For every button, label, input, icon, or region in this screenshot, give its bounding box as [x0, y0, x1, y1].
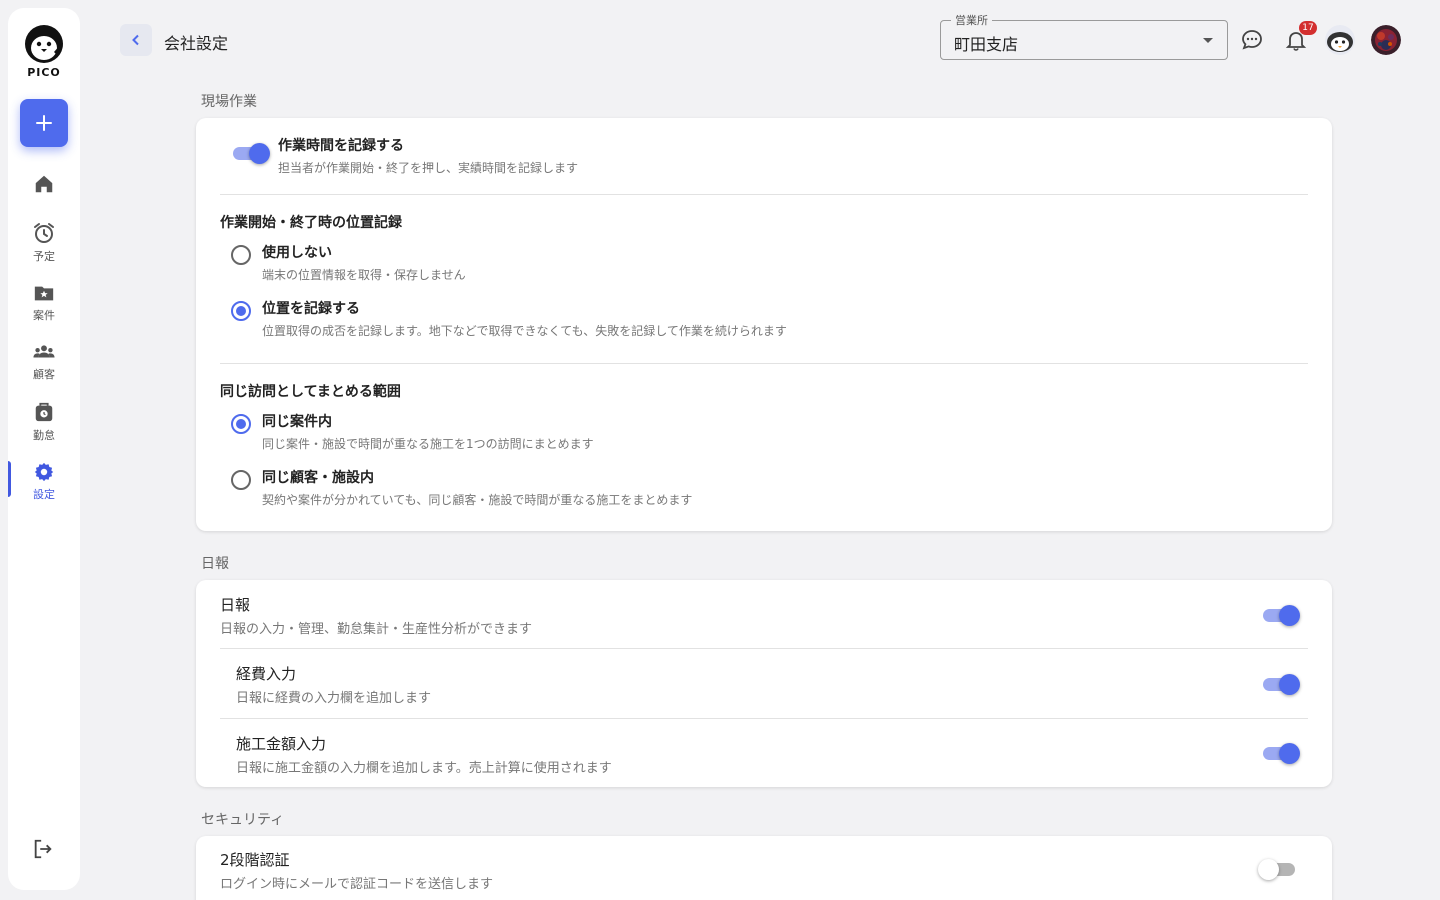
- toggle-thumb: [1258, 859, 1279, 880]
- chat-bubble-icon: [1242, 30, 1262, 50]
- sidebar-item-schedule[interactable]: 予定: [8, 221, 80, 264]
- sidebar-item-customers[interactable]: 顧客: [8, 341, 80, 382]
- expense-input-title: 経費入力: [236, 665, 297, 683]
- daily-report-card: 日報 日報の入力・管理、勤怠集計・生産性分析ができます 経費入力 日報に経費の入…: [196, 580, 1332, 787]
- chat-button[interactable]: [1240, 28, 1264, 56]
- notification-count-badge: 17: [1299, 21, 1317, 35]
- home-icon: [35, 175, 53, 193]
- group-icon: [33, 345, 55, 358]
- toggle-thumb: [1279, 605, 1300, 626]
- location-option-title: 使用しない: [262, 245, 332, 261]
- sidebar-item-label: 勤怠: [33, 429, 55, 442]
- penguin-logo-icon: [25, 25, 63, 63]
- sidebar-item-label: 顧客: [33, 368, 55, 381]
- daily-report-toggle[interactable]: [1260, 603, 1300, 627]
- construction-amount-desc: 日報に施工金額の入力欄を追加します。売上計算に使用されます: [236, 761, 612, 776]
- divider: [220, 718, 1308, 719]
- radio-visit-same-project[interactable]: [231, 414, 251, 434]
- expense-input-desc: 日報に経費の入力欄を追加します: [236, 691, 432, 706]
- sidebar-item-label: 予定: [33, 250, 55, 263]
- app-root: PICO 予定 案件 顧客 勤怠 設定 会社設定 営業所 町田支店 17 現場作…: [0, 0, 1440, 900]
- record-time-toggle[interactable]: [230, 141, 270, 165]
- two-factor-toggle[interactable]: [1258, 857, 1298, 881]
- radio-location-none[interactable]: [231, 245, 251, 265]
- daily-report-title: 日報: [220, 596, 251, 614]
- sidebar-item-label: 設定: [33, 488, 55, 501]
- section-label-field-work: 現場作業: [201, 94, 257, 110]
- construction-amount-title: 施工金額入力: [236, 735, 327, 753]
- visit-option-desc: 同じ案件・施設で時間が重なる施工を1つの訪問にまとめます: [262, 437, 594, 451]
- office-select-value: 町田支店: [954, 35, 1019, 54]
- office-select[interactable]: 営業所 町田支店: [940, 12, 1228, 60]
- dropdown-arrow-icon: [1203, 38, 1213, 43]
- sidebar-item-projects[interactable]: 案件: [8, 282, 80, 323]
- gear-icon: [34, 462, 54, 482]
- visit-scope-heading: 同じ訪問としてまとめる範囲: [220, 384, 401, 400]
- security-card: 2段階認証 ログイン時にメールで認証コードを送信します: [196, 836, 1332, 900]
- penguin-avatar[interactable]: [1325, 25, 1355, 55]
- sidebar-item-home[interactable]: [8, 173, 80, 195]
- toggle-thumb: [1279, 743, 1300, 764]
- attendance-bag-icon: [35, 402, 53, 422]
- two-factor-desc: ログイン時にメールで認証コードを送信します: [220, 877, 494, 892]
- plus-icon: [36, 115, 52, 131]
- divider: [220, 194, 1308, 195]
- location-heading: 作業開始・終了時の位置記録: [220, 215, 402, 231]
- radio-location-record[interactable]: [231, 301, 251, 321]
- location-option-title: 位置を記録する: [262, 301, 360, 317]
- radio-visit-same-customer[interactable]: [231, 470, 251, 490]
- back-button[interactable]: [120, 24, 152, 56]
- user-photo-icon: [1371, 25, 1401, 55]
- sidebar-item-attendance[interactable]: 勤怠: [8, 400, 80, 443]
- visit-option-title: 同じ顧客・施設内: [262, 470, 374, 486]
- toggle-thumb: [1279, 674, 1300, 695]
- penguin-avatar-icon: [1325, 25, 1355, 55]
- office-select-label: 営業所: [951, 12, 992, 28]
- toggle-thumb: [249, 143, 270, 164]
- section-label-daily-report: 日報: [201, 556, 229, 572]
- logout-button[interactable]: [32, 838, 54, 864]
- user-avatar[interactable]: [1371, 25, 1401, 55]
- chevron-left-icon: [132, 34, 139, 46]
- visit-option-desc: 契約や案件が分かれていても、同じ顧客・施設で時間が重なる施工をまとめます: [262, 493, 693, 507]
- record-time-desc: 担当者が作業開始・終了を押し、実績時間を記録します: [278, 161, 579, 175]
- section-label-security: セキュリティ: [201, 812, 285, 828]
- logout-icon: [34, 839, 52, 859]
- two-factor-title: 2段階認証: [220, 851, 290, 869]
- sidebar-item-label: 案件: [33, 309, 55, 322]
- visit-option-title: 同じ案件内: [262, 414, 332, 430]
- sidebar-item-settings[interactable]: 設定: [8, 461, 80, 502]
- logo-text: PICO: [27, 66, 61, 79]
- expense-input-toggle[interactable]: [1260, 672, 1300, 696]
- record-time-title: 作業時間を記録する: [278, 138, 404, 154]
- pico-logo[interactable]: PICO: [24, 24, 64, 79]
- page-title: 会社設定: [164, 34, 229, 53]
- construction-amount-toggle[interactable]: [1260, 741, 1300, 765]
- divider: [220, 648, 1308, 649]
- location-option-desc: 位置取得の成否を記録します。地下などで取得できなくても、失敗を記録して作業を続け…: [262, 324, 787, 338]
- field-work-card: 作業時間を記録する 担当者が作業開始・終了を押し、実績時間を記録します 作業開始…: [196, 118, 1332, 531]
- folder-star-icon: [34, 286, 54, 301]
- alarm-clock-icon: [34, 223, 54, 243]
- divider: [220, 363, 1308, 364]
- daily-report-desc: 日報の入力・管理、勤怠集計・生産性分析ができます: [220, 622, 533, 637]
- location-option-desc: 端末の位置情報を取得・保存しません: [262, 268, 466, 282]
- sidebar: PICO 予定 案件 顧客 勤怠 設定: [8, 8, 80, 890]
- add-button[interactable]: [20, 99, 68, 147]
